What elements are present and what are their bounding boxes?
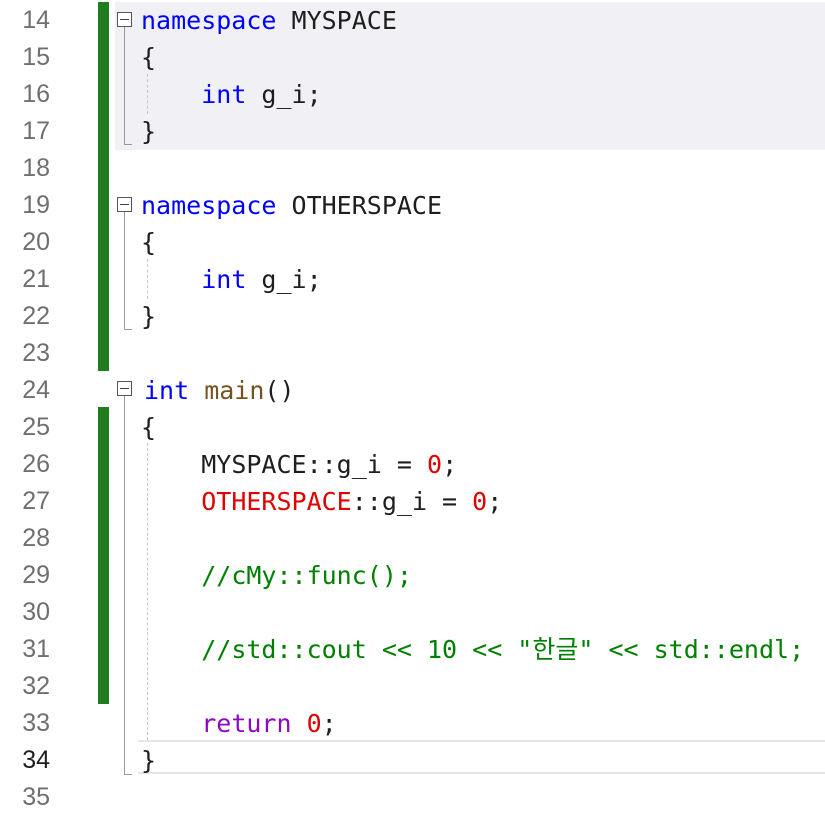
- line-number: 27: [22, 487, 50, 515]
- brace-token: {: [141, 413, 157, 442]
- keyword-token: namespace: [141, 191, 277, 220]
- code-text: (): [264, 376, 295, 405]
- identifier-token: OTHERSPACE: [276, 191, 443, 220]
- identifier-token: MYSPACE: [276, 6, 397, 35]
- change-indicator-bar: [98, 2, 109, 371]
- code-text: g_i;: [246, 265, 322, 294]
- code-line[interactable]: namespace MYSPACE: [141, 2, 397, 39]
- number-token: 0: [427, 450, 443, 479]
- code-text: ::g_i =: [351, 487, 473, 516]
- line-number: 16: [22, 80, 50, 108]
- fold-guide-end: [124, 329, 132, 330]
- keyword-token: int: [144, 376, 190, 405]
- brace-token: }: [141, 302, 157, 331]
- line-number: 25: [22, 413, 50, 441]
- code-line[interactable]: int main(): [144, 372, 295, 409]
- code-text: MYSPACE::g_i =: [201, 450, 427, 479]
- line-number-current: 34: [22, 746, 50, 774]
- code-text: ;: [321, 709, 337, 738]
- function-name-token: main: [189, 376, 265, 405]
- line-number: 17: [22, 117, 50, 145]
- number-token: 0: [306, 709, 322, 738]
- control-keyword-token: return: [201, 709, 292, 738]
- line-number: 15: [22, 43, 50, 71]
- code-text: g_i;: [246, 80, 322, 109]
- line-number: 24: [22, 376, 50, 404]
- keyword-token: namespace: [141, 6, 277, 35]
- line-number: 33: [22, 709, 50, 737]
- brace-token: {: [141, 228, 157, 257]
- collapse-icon[interactable]: [117, 381, 132, 396]
- code-line[interactable]: MYSPACE::g_i = 0;: [141, 446, 457, 483]
- line-number: 35: [22, 783, 50, 811]
- collapse-icon[interactable]: [117, 197, 132, 212]
- line-number: 29: [22, 561, 50, 589]
- fold-guide-end: [124, 144, 132, 145]
- line-number: 22: [22, 302, 50, 330]
- brace-token: }: [141, 117, 157, 146]
- current-line-highlight: [138, 740, 825, 774]
- line-number: 14: [22, 6, 50, 34]
- code-text: ;: [442, 450, 458, 479]
- brace-token: }: [141, 746, 157, 775]
- code-line[interactable]: }: [141, 113, 156, 150]
- keyword-token: int: [201, 80, 247, 109]
- fold-guide-line: [124, 212, 125, 329]
- line-number: 18: [22, 154, 50, 182]
- code-line[interactable]: }: [141, 298, 156, 335]
- fold-guide-line: [124, 27, 125, 144]
- collapse-icon[interactable]: [117, 12, 132, 27]
- line-number: 30: [22, 598, 50, 626]
- code-line[interactable]: //std::cout << 10 << "한글" << std::endl;: [141, 631, 804, 668]
- keyword-token: int: [201, 265, 247, 294]
- code-line[interactable]: {: [141, 224, 156, 261]
- line-number: 32: [22, 672, 50, 700]
- change-indicator-bar: [98, 407, 109, 704]
- line-number: 20: [22, 228, 50, 256]
- error-identifier-token: OTHERSPACE: [201, 487, 352, 516]
- comment-token: //cMy::func();: [201, 561, 412, 590]
- brace-token: {: [141, 43, 157, 72]
- code-line[interactable]: namespace OTHERSPACE: [141, 187, 442, 224]
- line-number: 28: [22, 524, 50, 552]
- line-number: 26: [22, 450, 50, 478]
- comment-token: //std::cout << 10 << "한글" << std::endl;: [201, 635, 805, 664]
- code-line[interactable]: int g_i;: [141, 261, 322, 298]
- code-line[interactable]: {: [141, 409, 156, 446]
- line-number: 23: [22, 339, 50, 367]
- code-text: ;: [487, 487, 503, 516]
- code-line[interactable]: OTHERSPACE::g_i = 0;: [141, 483, 502, 520]
- code-line-current[interactable]: }: [141, 742, 156, 779]
- fold-guide-end: [124, 774, 132, 775]
- code-line[interactable]: int g_i;: [141, 76, 322, 113]
- fold-guide-line: [124, 396, 125, 774]
- code-line[interactable]: {: [141, 39, 156, 76]
- line-number: 19: [22, 191, 50, 219]
- code-editor[interactable]: 14 15 16 17 18 19 20 21 22 23 24 25 26 2…: [0, 0, 825, 813]
- code-line[interactable]: return 0;: [141, 705, 337, 742]
- line-number: 31: [22, 635, 50, 663]
- code-line[interactable]: //cMy::func();: [141, 557, 412, 594]
- line-number: 21: [22, 265, 50, 293]
- number-token: 0: [472, 487, 488, 516]
